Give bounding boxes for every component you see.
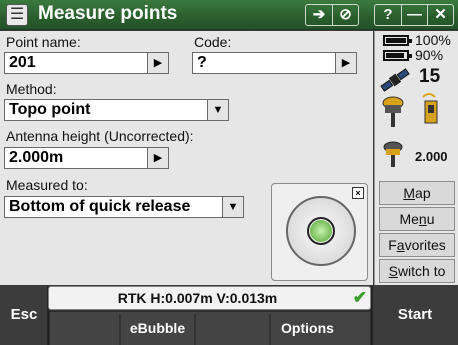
title-bar: ☰ Measure points ➔ ⊘ ? — ✕ xyxy=(0,0,458,30)
map-button[interactable]: Map xyxy=(379,181,455,205)
start-button[interactable]: Start xyxy=(372,306,458,323)
window-controls: ? — ✕ xyxy=(374,4,454,26)
method-select[interactable]: Topo point ▼ xyxy=(4,99,229,121)
help-icon[interactable]: ? xyxy=(375,5,401,25)
code-arrow-icon[interactable]: ▶ xyxy=(335,52,357,74)
point-name-value: 201 xyxy=(9,54,36,71)
antenna-height-label: Antenna height (Uncorrected): xyxy=(6,128,194,144)
point-name-field[interactable]: 201 ▶ xyxy=(4,52,169,74)
disable-icon[interactable]: ⊘ xyxy=(332,5,358,25)
antenna-height-value: 2.000m xyxy=(9,149,64,166)
antenna-height-arrow-icon[interactable]: ▶ xyxy=(147,147,169,169)
radio-icon[interactable] xyxy=(419,91,443,127)
chevron-down-icon[interactable]: ▼ xyxy=(207,99,229,121)
minimize-icon[interactable]: — xyxy=(401,5,427,25)
battery-icon xyxy=(383,50,412,61)
measured-to-label: Measured to: xyxy=(6,177,88,193)
measured-to-select[interactable]: Bottom of quick release ▼ xyxy=(4,196,244,218)
measure-form: Point name: 201 ▶ Code: ? ▶ Method: Topo… xyxy=(0,31,373,285)
code-field[interactable]: ? ▶ xyxy=(192,52,357,74)
method-label: Method: xyxy=(6,81,57,97)
satellite-icon[interactable] xyxy=(379,65,411,95)
antenna-height-readout: 2.000 xyxy=(415,149,448,164)
battery1-percent: 100% xyxy=(415,32,451,48)
title-actions: ➔ ⊘ xyxy=(305,4,359,26)
options-button[interactable]: Options xyxy=(270,320,345,336)
point-name-label: Point name: xyxy=(6,34,81,50)
antenna-icon xyxy=(383,141,403,167)
gnss-receiver-icon[interactable] xyxy=(381,95,405,129)
esc-button[interactable]: Esc xyxy=(0,306,48,323)
method-value: Topo point xyxy=(9,101,91,118)
antenna-height-field[interactable]: 2.000m ▶ xyxy=(4,147,169,169)
status-panel: 100% 90% 15 2.000 Map Menu Favorites Swi… xyxy=(374,31,458,285)
point-name-arrow-icon[interactable]: ▶ xyxy=(147,52,169,74)
favorites-button[interactable]: Favorites xyxy=(379,233,455,257)
switch-to-button[interactable]: Switch to xyxy=(379,259,455,283)
page-title: Measure points xyxy=(38,3,178,24)
code-label: Code: xyxy=(194,34,232,50)
connect-icon[interactable]: ➔ xyxy=(306,5,332,25)
ebubble-button[interactable]: eBubble xyxy=(120,320,195,336)
chevron-down-icon[interactable]: ▼ xyxy=(222,196,244,218)
bubble-level-icon xyxy=(286,196,356,266)
precision-status-bar[interactable]: RTK H:0.007m V:0.013m ✔ xyxy=(48,286,371,310)
app-menu-icon[interactable]: ☰ xyxy=(6,4,28,26)
battery2-percent: 90% xyxy=(415,47,444,63)
satellite-count: 15 xyxy=(419,66,441,87)
checkmark-icon: ✔ xyxy=(352,288,367,307)
ebubble-panel: × xyxy=(271,183,368,281)
close-icon[interactable]: × xyxy=(352,187,364,199)
close-icon[interactable]: ✕ xyxy=(427,5,453,25)
code-value: ? xyxy=(197,54,207,71)
precision-text: RTK H:0.007m V:0.013m xyxy=(117,290,278,306)
bubble-target-ring xyxy=(307,217,335,245)
measured-to-value: Bottom of quick release xyxy=(9,198,191,215)
menu-button[interactable]: Menu xyxy=(379,207,455,231)
battery-icon xyxy=(383,35,412,46)
